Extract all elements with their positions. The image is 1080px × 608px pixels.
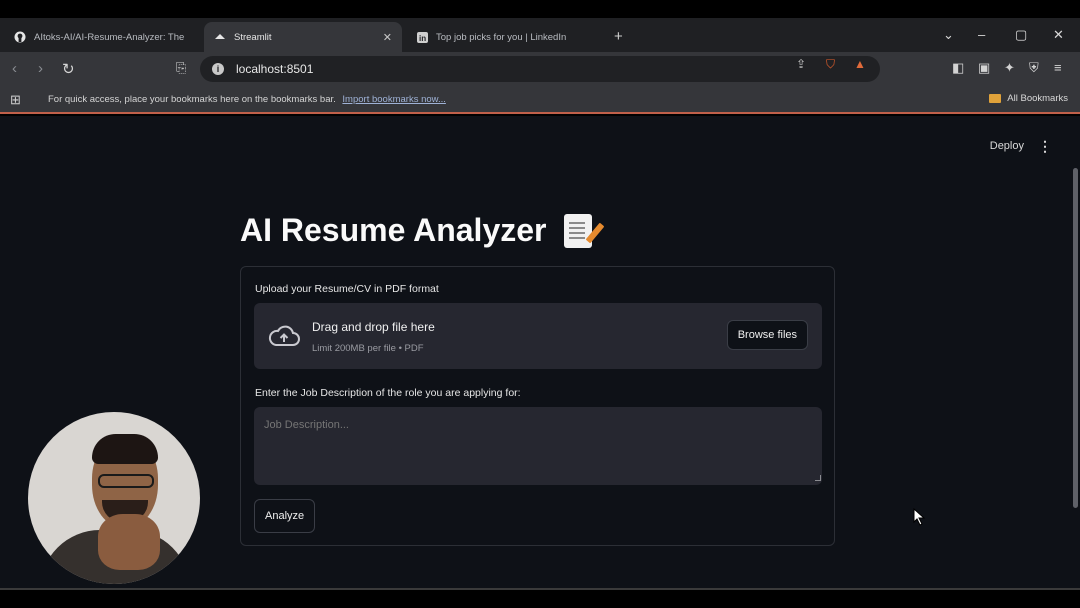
cloud-upload-icon <box>268 325 300 346</box>
bottom-border <box>0 588 1080 590</box>
bookmarks-hint: For quick access, place your bookmarks h… <box>48 94 446 105</box>
analyze-button[interactable]: Analyze <box>254 499 316 533</box>
wallet-icon[interactable]: ▣ <box>978 60 990 76</box>
url-text: localhost:8501 <box>236 62 314 76</box>
bookmarks-hint-text: For quick access, place your bookmarks h… <box>48 94 336 105</box>
apps-icon[interactable]: ⊞ <box>10 92 21 108</box>
tab-streamlit[interactable]: Streamlit ✕ <box>204 22 402 52</box>
all-bookmarks-button[interactable]: All Bookmarks <box>989 93 1068 104</box>
mouse-cursor-icon <box>913 507 926 531</box>
share-icon[interactable]: ⇪ <box>796 57 806 71</box>
tab-linkedin[interactable]: in Top job picks for you | LinkedIn <box>406 22 602 52</box>
minimize-icon[interactable]: – <box>978 27 985 42</box>
svg-text:in: in <box>419 34 426 43</box>
upload-label: Upload your Resume/CV in PDF format <box>255 283 439 295</box>
resize-handle[interactable] <box>815 475 821 481</box>
folder-icon <box>989 94 1002 103</box>
dropzone-limit: Limit 200MB per file • PDF <box>312 343 424 354</box>
address-bar[interactable]: i localhost:8501 <box>200 56 880 82</box>
tab-title: Top job picks for you | LinkedIn <box>436 31 567 43</box>
sidebar-icon[interactable]: ◧ <box>952 60 964 76</box>
memo-icon <box>564 213 593 248</box>
close-icon[interactable]: ✕ <box>383 31 392 44</box>
forward-icon[interactable]: › <box>38 60 43 77</box>
site-info-icon[interactable]: i <box>212 63 224 75</box>
github-icon <box>14 31 26 43</box>
vpn-icon[interactable]: ⛨ <box>1029 60 1039 76</box>
screen: AItoks-AI/AI-Resume-Analyzer: The Stream… <box>0 0 1080 608</box>
job-description-label: Enter the Job Description of the role yo… <box>255 387 521 399</box>
person-hand <box>98 514 160 570</box>
menu-icon[interactable]: ≡ <box>1054 60 1062 75</box>
file-dropzone[interactable]: Drag and drop file here Limit 200MB per … <box>254 303 822 369</box>
brave-rewards-icon[interactable]: ▲ <box>854 57 866 71</box>
person-glasses <box>98 474 154 488</box>
page-scrollbar[interactable] <box>1073 168 1078 508</box>
browser-toolbar: ‹ › ↻ ⎘ i localhost:8501 ⇪ ⛉ ▲ ◧ ▣ ✦ ⛨ ≡ <box>0 52 1080 86</box>
tab-title: Streamlit <box>234 31 272 43</box>
new-tab-icon[interactable]: + <box>614 28 623 45</box>
analyzer-form: Upload your Resume/CV in PDF format Drag… <box>240 266 835 546</box>
leo-ai-icon[interactable]: ✦ <box>1004 60 1015 76</box>
import-bookmarks-link[interactable]: Import bookmarks now... <box>342 94 445 105</box>
tab-search-icon[interactable]: ⌄ <box>943 27 954 43</box>
tab-strip: AItoks-AI/AI-Resume-Analyzer: The Stream… <box>0 18 1080 52</box>
tab-github[interactable]: AItoks-AI/AI-Resume-Analyzer: The <box>4 22 200 52</box>
reload-icon[interactable]: ↻ <box>62 60 75 78</box>
deploy-button[interactable]: Deploy <box>990 140 1024 152</box>
all-bookmarks-label: All Bookmarks <box>1007 93 1068 104</box>
webcam-overlay <box>28 412 200 584</box>
page-title: AI Resume Analyzer <box>240 212 547 248</box>
main-menu-icon[interactable]: ⋮ <box>1038 138 1052 155</box>
back-icon[interactable]: ‹ <box>12 60 17 77</box>
maximize-icon[interactable]: ▢ <box>1015 27 1027 43</box>
streamlit-icon <box>214 31 226 43</box>
browse-files-button[interactable]: Browse files <box>726 320 808 350</box>
page-title-row: AI Resume Analyzer <box>240 212 593 249</box>
close-window-icon[interactable]: ✕ <box>1053 27 1064 43</box>
bookmarks-bar: ⊞ For quick access, place your bookmarks… <box>0 86 1080 114</box>
job-description-input[interactable] <box>254 407 822 485</box>
linkedin-icon: in <box>416 31 428 43</box>
person-hair <box>92 434 158 464</box>
tab-title: AItoks-AI/AI-Resume-Analyzer: The <box>34 31 185 43</box>
brave-shield-icon[interactable]: ⛉ <box>826 57 835 72</box>
dropzone-title: Drag and drop file here <box>312 320 435 334</box>
bookmark-icon[interactable]: ⎘ <box>176 60 186 76</box>
